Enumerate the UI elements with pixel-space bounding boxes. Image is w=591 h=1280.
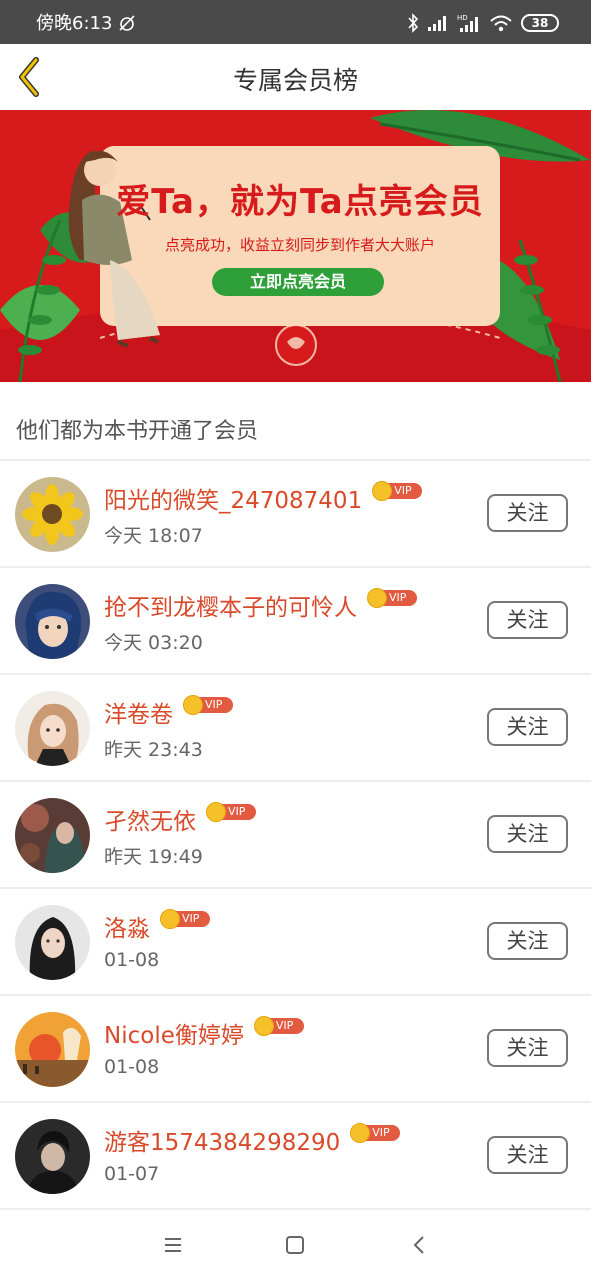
vip-badge: VIP (160, 909, 210, 929)
follow-button[interactable]: 关注 (487, 1029, 568, 1067)
avatar[interactable] (15, 905, 90, 980)
member-name-group: 阳光的微笑_247087401 VIP (104, 481, 423, 515)
vip-badge: VIP (206, 802, 256, 822)
light-up-vip-button[interactable]: 立即点亮会员 (212, 268, 384, 296)
follow-button[interactable]: 关注 (487, 922, 568, 960)
promo-banner[interactable]: 爱Ta，就为Ta点亮会员 点亮成功，收益立刻同步到作者大大账户 立即点亮会员 (0, 110, 591, 382)
hd-signal-icon: HD (457, 14, 478, 32)
svg-text:HD: HD (457, 14, 468, 22)
member-name[interactable]: Nicole衡婷婷 (104, 1016, 244, 1050)
vip-badge: VIP (253, 1016, 304, 1036)
banner-title: 爱Ta，就为Ta点亮会员 (116, 182, 484, 222)
alarm-off-icon (119, 15, 135, 31)
member-time: 01-07 (104, 1163, 160, 1185)
member-name-group: 洛淼 VIP (104, 909, 210, 943)
crown-icon (183, 695, 203, 715)
list-item[interactable]: 游客1574384298290 VIP 01-07 关注 (0, 1103, 591, 1210)
member-time: 昨天 19:49 (104, 846, 203, 868)
vip-badge: VIP (183, 695, 233, 715)
avatar[interactable] (15, 1012, 90, 1087)
status-icons: HD 38 (407, 12, 559, 34)
member-time: 昨天 23:43 (104, 739, 203, 761)
member-name-group: 孑然无依 VIP (104, 802, 256, 836)
member-time: 01-08 (104, 1056, 160, 1078)
member-name[interactable]: 孑然无依 (104, 802, 196, 836)
status-time: 傍晚6:13 (36, 13, 113, 34)
member-time: 今天 03:20 (104, 632, 203, 654)
vip-badge: VIP (367, 588, 417, 608)
list-item[interactable]: 抢不到龙樱本子的可怜人 VIP 今天 03:20 关注 (0, 568, 591, 675)
battery-level: 38 (531, 16, 549, 30)
member-name-group: Nicole衡婷婷 VIP (104, 1016, 304, 1050)
header: 专属会员榜 (0, 44, 591, 110)
member-name[interactable]: 阳光的微笑_247087401 (104, 481, 362, 515)
crown-icon (367, 588, 387, 608)
member-list: 阳光的微笑_247087401 VIP 今天 18:07 关注 抢不到龙樱本子的… (0, 461, 591, 1210)
system-nav-bar (0, 1210, 591, 1280)
vip-badge: VIP (350, 1123, 401, 1143)
menu-icon[interactable] (158, 1230, 188, 1260)
member-name-group: 游客1574384298290 VIP (104, 1123, 401, 1157)
member-time: 今天 18:07 (104, 525, 203, 547)
follow-button[interactable]: 关注 (487, 815, 568, 853)
member-name[interactable]: 抢不到龙樱本子的可怜人 (104, 588, 357, 622)
follow-button[interactable]: 关注 (487, 494, 568, 532)
member-name[interactable]: 游客1574384298290 (104, 1123, 340, 1157)
signal-icon (428, 16, 446, 31)
bluetooth-icon (408, 13, 419, 33)
back-triangle-icon[interactable] (404, 1230, 434, 1260)
banner-subtitle: 点亮成功，收益立刻同步到作者大大账户 (164, 236, 435, 254)
status-bar: 傍晚6:13 HD 38 (0, 0, 591, 44)
battery-icon: 38 (521, 14, 559, 32)
wifi-icon (490, 15, 512, 32)
section-title: 他们都为本书开通了会员 (16, 419, 259, 444)
avatar[interactable] (15, 691, 90, 766)
crown-icon (253, 1016, 274, 1036)
avatar[interactable] (15, 477, 90, 552)
avatar[interactable] (15, 584, 90, 659)
list-item[interactable]: 洛淼 VIP 01-08 关注 (0, 889, 591, 996)
list-item[interactable]: Nicole衡婷婷 VIP 01-08 关注 (0, 996, 591, 1103)
member-name-group: 洋卷卷 VIP (104, 695, 233, 729)
page-title: 专属会员榜 (232, 66, 358, 95)
member-name[interactable]: 洛淼 (104, 909, 150, 943)
member-name[interactable]: 洋卷卷 (104, 695, 173, 729)
follow-button[interactable]: 关注 (487, 601, 568, 639)
list-item[interactable]: 孑然无依 VIP 昨天 19:49 关注 (0, 782, 591, 889)
follow-button[interactable]: 关注 (487, 708, 568, 746)
list-item[interactable]: 洋卷卷 VIP 昨天 23:43 关注 (0, 675, 591, 782)
crown-icon (206, 802, 226, 822)
member-time: 01-08 (104, 949, 160, 971)
crown-icon (160, 909, 180, 929)
avatar[interactable] (15, 798, 90, 873)
avatar[interactable] (15, 1119, 90, 1194)
home-square-icon[interactable] (280, 1230, 310, 1260)
vip-badge: VIP (372, 481, 423, 501)
list-item[interactable]: 阳光的微笑_247087401 VIP 今天 18:07 关注 (0, 461, 591, 568)
member-name-group: 抢不到龙樱本子的可怜人 VIP (104, 588, 417, 622)
follow-button[interactable]: 关注 (487, 1136, 568, 1174)
